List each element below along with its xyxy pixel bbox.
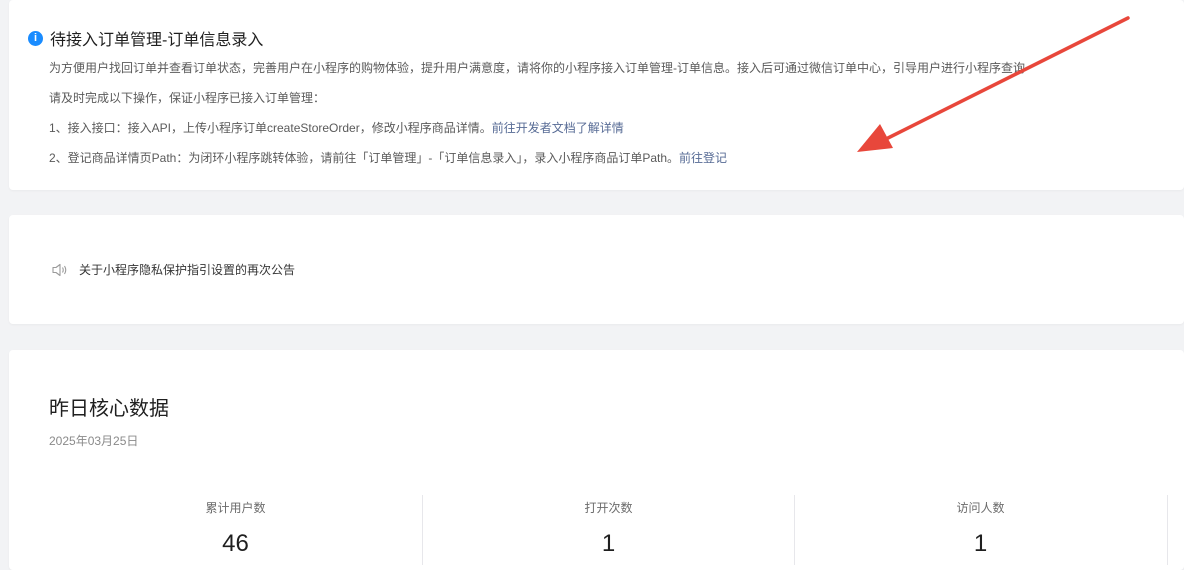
notice-step-2: 2、登记商品详情页Path：为闭环小程序跳转体验，请前往「订单管理」-「订单信息…	[49, 149, 727, 167]
notice-title: 待接入订单管理-订单信息录入	[50, 32, 264, 49]
core-data-date: 2025年03月25日	[49, 434, 139, 448]
metric-open-count: 打开次数 1	[422, 495, 795, 565]
step-2-text: 2、登记商品详情页Path：为闭环小程序跳转体验，请前往「订单管理」-「订单信息…	[49, 151, 680, 165]
metric-divider	[1167, 495, 1168, 565]
metric-value: 1	[601, 530, 616, 557]
notice-step-1: 1、接入接口：接入API，上传小程序订单createStoreOrder，修改小…	[49, 119, 624, 137]
step-1-text: 1、接入接口：接入API，上传小程序订单createStoreOrder，修改小…	[49, 121, 492, 135]
register-path-link[interactable]: 前往登记	[679, 151, 727, 165]
speaker-icon	[52, 263, 67, 276]
metric-value: 1	[973, 530, 988, 557]
developer-docs-link[interactable]: 前往开发者文档了解详情	[492, 121, 624, 135]
notice-prompt: 请及时完成以下操作，保证小程序已接入订单管理：	[49, 91, 326, 105]
core-data-card: 昨日核心数据 2025年03月25日 累计用户数 46 打开次数 1 访问人数 …	[9, 350, 1184, 570]
metric-value: 46	[222, 530, 249, 557]
core-data-title: 昨日核心数据	[49, 398, 169, 420]
order-management-notice-card: i 待接入订单管理-订单信息录入 为方便用户找回订单并查看订单状态，完善用户在小…	[9, 0, 1184, 190]
info-icon: i	[28, 30, 43, 46]
metric-label: 累计用户数	[205, 501, 266, 515]
notice-title-row: i 待接入订单管理-订单信息录入	[28, 27, 263, 49]
metric-label: 打开次数	[584, 501, 633, 515]
announcement-card: 关于小程序隐私保护指引设置的再次公告	[9, 215, 1184, 324]
metric-total-users: 累计用户数 46	[49, 495, 422, 565]
announcement-text: 关于小程序隐私保护指引设置的再次公告	[79, 263, 296, 277]
announcement-item[interactable]: 关于小程序隐私保护指引设置的再次公告	[51, 261, 295, 278]
metric-visitors: 访问人数 1	[794, 495, 1167, 565]
notice-description: 为方便用户找回订单并查看订单状态，完善用户在小程序的购物体验，提升用户满意度，请…	[49, 61, 1026, 75]
metric-label: 访问人数	[956, 501, 1005, 515]
